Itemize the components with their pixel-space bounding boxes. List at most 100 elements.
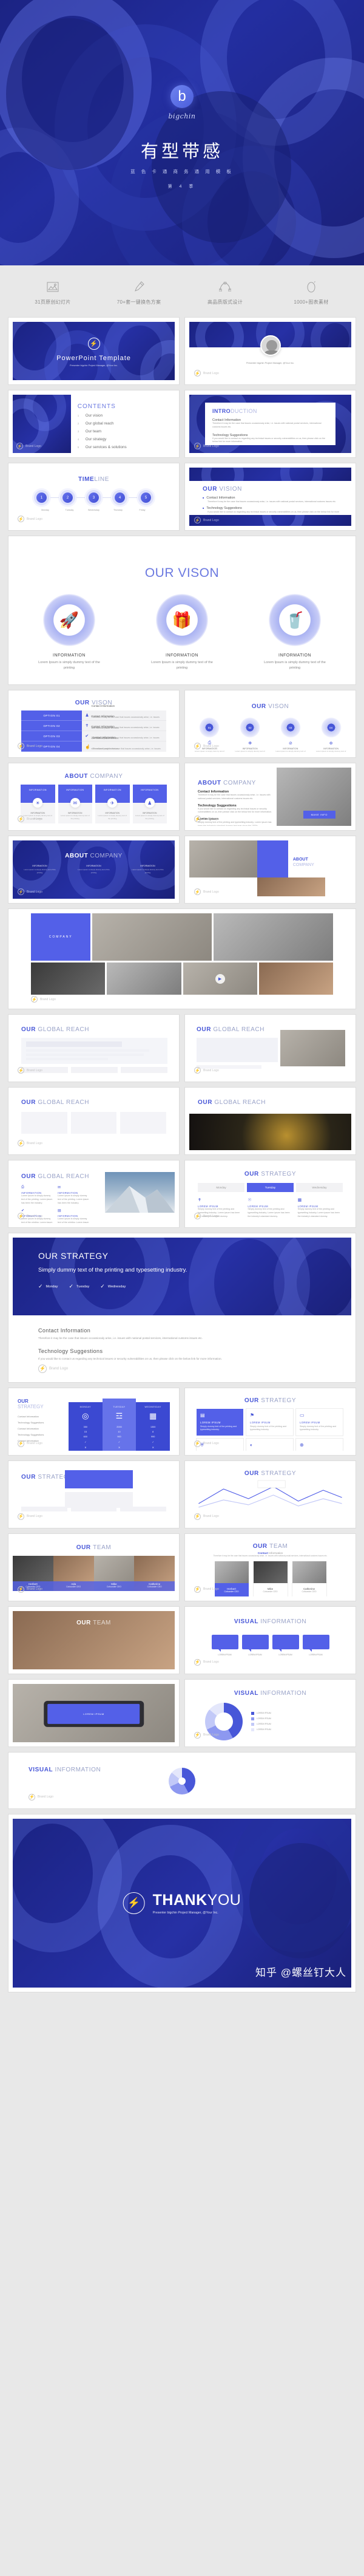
list-item[interactable]: 3 Our team: [78, 429, 170, 434]
strategy-card[interactable]: ⚑ LOREM IPSUM Simply dummy text of the p…: [246, 1408, 293, 1436]
team-member[interactable]: Mike Cofounder CEO: [93, 1555, 135, 1591]
pricing-plan-featured[interactable]: TUESDAY ☲ 2000 10 900 ✓ ✕ $188 / month: [102, 1398, 136, 1451]
slide-card-strategy-steps[interactable]: OUR STRATEGY ⚡ Brand Logo: [8, 1460, 179, 1528]
slide-card-timeline[interactable]: TIMELINE 1 2 3 4 5 Monday Tuesday Wednes…: [8, 463, 179, 530]
vision-card[interactable]: 🚀 INFORMATION Lorem Ipsum is simply dumm…: [33, 594, 106, 671]
slide-card-strategy-chart[interactable]: OUR STRATEGY ⚡ Brand Logo: [185, 1460, 356, 1528]
feature-item: 31页原创幻灯片: [10, 279, 96, 305]
slide-card-profile[interactable]: Presenter bigchin Project Manager, @Your…: [185, 318, 356, 384]
slide-card-strategy-six[interactable]: OUR STRATEGY ▤ LOREM IPSUM Simply dummy …: [185, 1388, 356, 1455]
slide-card-pricing[interactable]: OUR STRATEGY Contact Information Technolo…: [8, 1388, 179, 1455]
arc-step[interactable]: 03 ⊘ INFORMATION Lorem ipsum is simply d…: [275, 717, 306, 753]
timeline-node[interactable]: 3: [89, 492, 99, 503]
plan-name: MONDAY: [79, 1405, 92, 1408]
slide-card-team-cards[interactable]: OUR TEAM Contact Information Therefore i…: [185, 1533, 356, 1601]
gallery-photo-video[interactable]: ▶: [183, 963, 257, 995]
pricing-plan[interactable]: MONDAY ◎ 350 15 600 ✓ ✕ $88 / month: [69, 1402, 103, 1451]
tab-monday[interactable]: Monday: [198, 1183, 244, 1192]
slide-card-gallery[interactable]: COMPANY ▶ ⚡ Brand Logo: [8, 909, 356, 1009]
arc-step[interactable]: 04 ⊕ INFORMATION Lorem ipsum is simply d…: [315, 717, 347, 753]
timeline-node[interactable]: 1: [36, 492, 47, 503]
slide-card-visual-bubbles[interactable]: VISUAL INFORMATION LOREM IPSUM LOREM IPS…: [185, 1606, 356, 1674]
slide-card-about-cards[interactable]: ABOUT COMPANY INFORMATION ☀ INFORMATION …: [8, 763, 179, 830]
strategy-card[interactable]: ◐ LOREM IPSUM Simply dummy text of the p…: [246, 1439, 293, 1451]
slide-about-cards: ABOUT COMPANY INFORMATION ☀ INFORMATION …: [13, 768, 175, 826]
slide-card-global-reach-3[interactable]: OUR GLOBAL REACH ⚡ Brand Logo: [8, 1088, 179, 1154]
strategy-card[interactable]: ⊕ LOREM IPSUM Simply dummy text of the p…: [295, 1439, 343, 1451]
list-item[interactable]: 2 Our global reach: [78, 421, 170, 426]
slide-card-about-split[interactable]: ABOUT COMPANY ⚡ Brand Logo: [185, 836, 356, 903]
option-label[interactable]: OPTION 03: [21, 731, 83, 741]
slide-card-thanks[interactable]: ⚡ THANKYOU Presenter bigchin Project Man…: [8, 1814, 356, 1992]
slide-card-strategy-banner[interactable]: OUR STRATEGY Simply dummy text of the pr…: [8, 1233, 356, 1382]
bubble-item[interactable]: LOREM IPSUM: [302, 1634, 329, 1656]
about-card[interactable]: INFORMATION ✉ INFORMATION Lorem ipsum is…: [58, 785, 92, 824]
bubble-item[interactable]: LOREM IPSUM: [272, 1634, 299, 1656]
brand-footer: ⚡ Brand Logo: [194, 1586, 219, 1593]
team-card[interactable]: Herbert Cofounder CEO: [214, 1561, 249, 1596]
arc-step-desc: Lorem ipsum is simply dummy text of the …: [315, 750, 346, 753]
team-card[interactable]: Catherine Cofounder CEO: [292, 1561, 326, 1596]
tab-tuesday[interactable]: Tuesday: [247, 1183, 294, 1192]
slide-card-vision-big[interactable]: OUR VISON 🚀 INFORMATION Lorem Ipsum is s…: [8, 536, 356, 684]
team-member[interactable]: Catherine Cofounder CEO: [134, 1555, 175, 1591]
slide-card-global-reach-1[interactable]: OUR GLOBAL REACH ⚡ Brand Logo: [8, 1015, 179, 1082]
slide-card-vision-arcs[interactable]: OUR VISON 01 ⎙ INFORMATION Lorem ipsum i…: [185, 690, 356, 757]
slide-card-strategy-tabs[interactable]: OUR STRATEGY Monday Tuesday Wednesday ✝ …: [185, 1160, 356, 1227]
slide-card-global-reach-2[interactable]: OUR GLOBAL REACH ⚡ Brand Logo: [185, 1015, 356, 1082]
slide-card-about-photo[interactable]: ABOUT COMPANY Contact Information Theref…: [185, 763, 356, 830]
slide-card-team-photo[interactable]: OUR TEAM: [8, 1606, 179, 1674]
strategy-tabs-title: OUR STRATEGY: [189, 1171, 351, 1177]
strategy-card[interactable]: ▭ LOREM IPSUM Simply dummy text of the p…: [295, 1408, 343, 1436]
bubble-item[interactable]: LOREM IPSUM: [241, 1634, 269, 1656]
arc-step[interactable]: 02 ✻ INFORMATION Lorem ipsum is simply d…: [234, 717, 266, 753]
slide-card-global-reach-mountain[interactable]: OUR GLOBAL REACH ⎙ INFORMATION Lorem ips…: [8, 1160, 179, 1227]
list-item[interactable]: 1 Our vision: [78, 414, 170, 418]
strategy-six-title-strong: OUR: [244, 1397, 261, 1404]
slide-card-about-dark[interactable]: ABOUT COMPANY INFORMATION Lorem ipsum is…: [8, 836, 179, 903]
team-card[interactable]: Mike Cofounder CEO: [253, 1561, 288, 1596]
list-item[interactable]: 5 Our services & solutions: [78, 445, 170, 449]
slide-global-reach-night: OUR GLOBAL REACH: [189, 1092, 351, 1150]
slide-card-global-reach-night[interactable]: OUR GLOBAL REACH: [185, 1088, 356, 1154]
timeline-node[interactable]: 4: [115, 492, 125, 503]
vision-card[interactable]: 🎁 INFORMATION Lorem Ipsum is simply dumm…: [146, 594, 218, 671]
global-reach-cell: ▤ INFORMATION Lorem ipsum is simply dumm…: [58, 1208, 90, 1223]
about-card[interactable]: INFORMATION ✈ INFORMATION Lorem ipsum is…: [95, 785, 130, 824]
slide-card-visual-donut[interactable]: VISUAL INFORMATION LOREM IPSUM LOREM IPS…: [185, 1679, 356, 1746]
strategy-chart-title-strong: OUR: [244, 1470, 261, 1477]
slide-card-vision-list[interactable]: OUR VISION ■ Contact Information Therefo…: [185, 463, 356, 530]
about-card[interactable]: INFORMATION ♟ INFORMATION Lorem ipsum is…: [132, 785, 167, 824]
pricing-plan[interactable]: WEDNESDAY ▦ 1300 8 990 ✓ ✕ $488 / month: [136, 1402, 170, 1451]
pricing-title-strong: OUR: [18, 1398, 29, 1404]
tab-wednesday[interactable]: Wednesday: [296, 1183, 343, 1192]
arc-step-desc: Lorem ipsum is simply dummy text of the …: [275, 750, 306, 753]
slide-card-team-strip[interactable]: OUR TEAM Herbert Cofounder CEO Ada Cofou…: [8, 1533, 179, 1601]
list-item-number: 5: [77, 446, 79, 449]
make-info-button[interactable]: MAKE INFO: [303, 811, 335, 819]
slide-visual-bubbles: VISUAL INFORMATION LOREM IPSUM LOREM IPS…: [189, 1610, 351, 1669]
slide-cover: ⚡ PowerPoint Template Presenter bigchin …: [13, 322, 175, 380]
slide-card-contents[interactable]: CONTENTS 1 Our vision 2 Our global reach: [8, 390, 179, 457]
slide-card-visual-wide[interactable]: VISUAL INFORMATION ⚡ Brand Logo: [8, 1752, 356, 1808]
about-card-list: INFORMATION ☀ INFORMATION Lorem ipsum is…: [21, 785, 167, 824]
plan-value: ✓: [118, 1440, 121, 1443]
play-icon[interactable]: ▶: [215, 973, 225, 984]
option-label[interactable]: OPTION 01: [21, 710, 83, 721]
vision-card[interactable]: 🥤 INFORMATION Lorem Ipsum is simply dumm…: [258, 594, 331, 671]
slide-card-introduction[interactable]: INTRODUCTION Contact Information Therefo…: [185, 390, 356, 457]
bubble-item[interactable]: LOREM IPSUM: [211, 1634, 238, 1656]
option-label[interactable]: OPTION 02: [21, 721, 83, 731]
timeline-node[interactable]: 2: [62, 492, 73, 503]
slide-strategy-steps: OUR STRATEGY ⚡ Brand Logo: [13, 1465, 175, 1524]
team-member[interactable]: Ada Cofounder CEO: [53, 1555, 94, 1591]
slide-card-cover[interactable]: ⚡ PowerPoint Template Presenter bigchin …: [8, 318, 179, 384]
strategy-card[interactable]: ▤ LOREM IPSUM Simply dummy text of the p…: [197, 1408, 243, 1436]
slide-card-vision-options[interactable]: OUR VISON OPTION 01 OPTION 02 OPTION 03 …: [8, 690, 179, 757]
list-item[interactable]: 4 Our strategy: [78, 437, 170, 441]
global-reach-title-strong: OUR: [198, 1099, 215, 1106]
brand-footer: ⚡ Brand Logo: [194, 743, 219, 749]
timeline-node[interactable]: 5: [141, 492, 151, 503]
timeline-label: Friday: [139, 509, 146, 511]
slide-card-device-mock[interactable]: LOREM IPSUM: [8, 1679, 179, 1746]
